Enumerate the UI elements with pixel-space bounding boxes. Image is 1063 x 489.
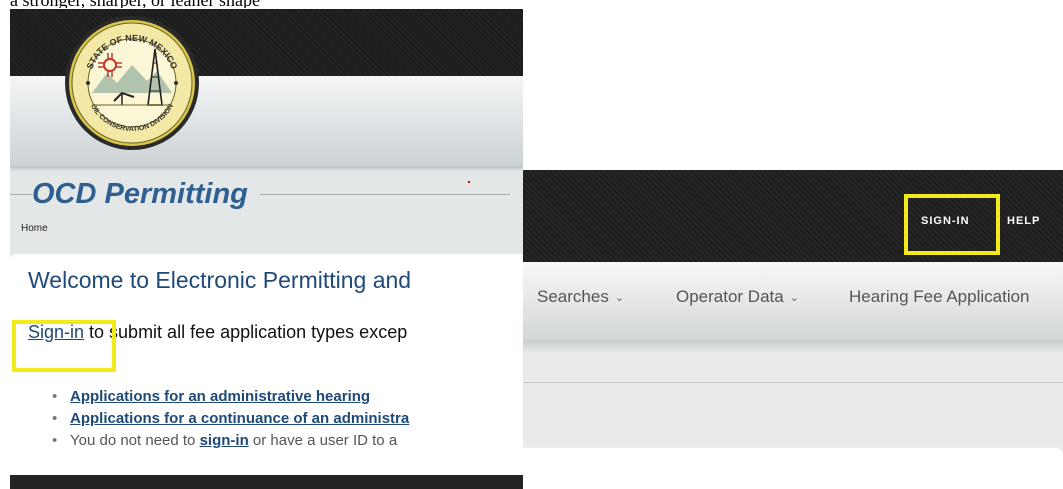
- content-card: [523, 448, 1063, 489]
- nav-operator-data[interactable]: Operator Data ⌄: [676, 287, 799, 307]
- chevron-down-icon: ⌄: [614, 292, 625, 304]
- highlight-box-signin-link: [12, 320, 116, 372]
- bottom-dark-bar: [10, 475, 523, 489]
- breadcrumb-band: [523, 352, 1063, 444]
- continuance-link[interactable]: Applications for a continuance of an adm…: [70, 410, 409, 427]
- ocd-seal-logo[interactable]: STATE OF NEW MEXICO OIL CONSERVATION DIV…: [62, 13, 202, 153]
- caption-text: a stronger, sharper, or leaner shape: [10, 0, 260, 8]
- signin-instruction-text: to submit all fee application types exce…: [84, 322, 408, 342]
- nav-label: Operator Data: [676, 287, 784, 306]
- list-item: Applications for a continuance of an adm…: [50, 408, 409, 430]
- right-screenshot: SIGN-IN HELP Searches ⌄ Operator Data ⌄ He…: [523, 170, 1063, 489]
- fee-application-list: Applications for an administrative heari…: [50, 386, 409, 452]
- band-rule: [523, 382, 1063, 383]
- left-screenshot: STATE OF NEW MEXICO OIL CONSERVATION DIV…: [10, 9, 523, 489]
- chevron-down-icon: ⌄: [789, 292, 799, 304]
- highlight-box-signin-top: [904, 194, 1000, 255]
- welcome-heading: Welcome to Electronic Permitting and: [28, 267, 412, 293]
- list-item: Applications for an administrative heari…: [50, 386, 409, 408]
- page-title: OCD Permitting: [32, 176, 260, 212]
- inline-signin-link[interactable]: sign-in: [200, 432, 249, 449]
- admin-hearing-link[interactable]: Applications for an administrative heari…: [70, 388, 370, 405]
- list-item-text: You do not need to: [70, 432, 200, 449]
- nav-hearing-fee-application[interactable]: Hearing Fee Application: [849, 287, 1030, 307]
- list-item: You do not need to sign-in or have a use…: [50, 430, 409, 452]
- breadcrumb-home[interactable]: Home: [21, 223, 48, 234]
- nav-searches[interactable]: Searches ⌄: [537, 287, 624, 307]
- top-help-link[interactable]: HELP: [1007, 215, 1040, 227]
- list-item-text: or have a user ID to a: [248, 432, 398, 449]
- nav-label: Searches: [537, 287, 609, 306]
- red-dot: [468, 181, 470, 183]
- screenshot-canvas: a stronger, sharper, or leaner shape STA…: [0, 0, 1063, 489]
- nav-divider: [523, 340, 1063, 352]
- nav-label: Hearing Fee Application: [849, 287, 1030, 306]
